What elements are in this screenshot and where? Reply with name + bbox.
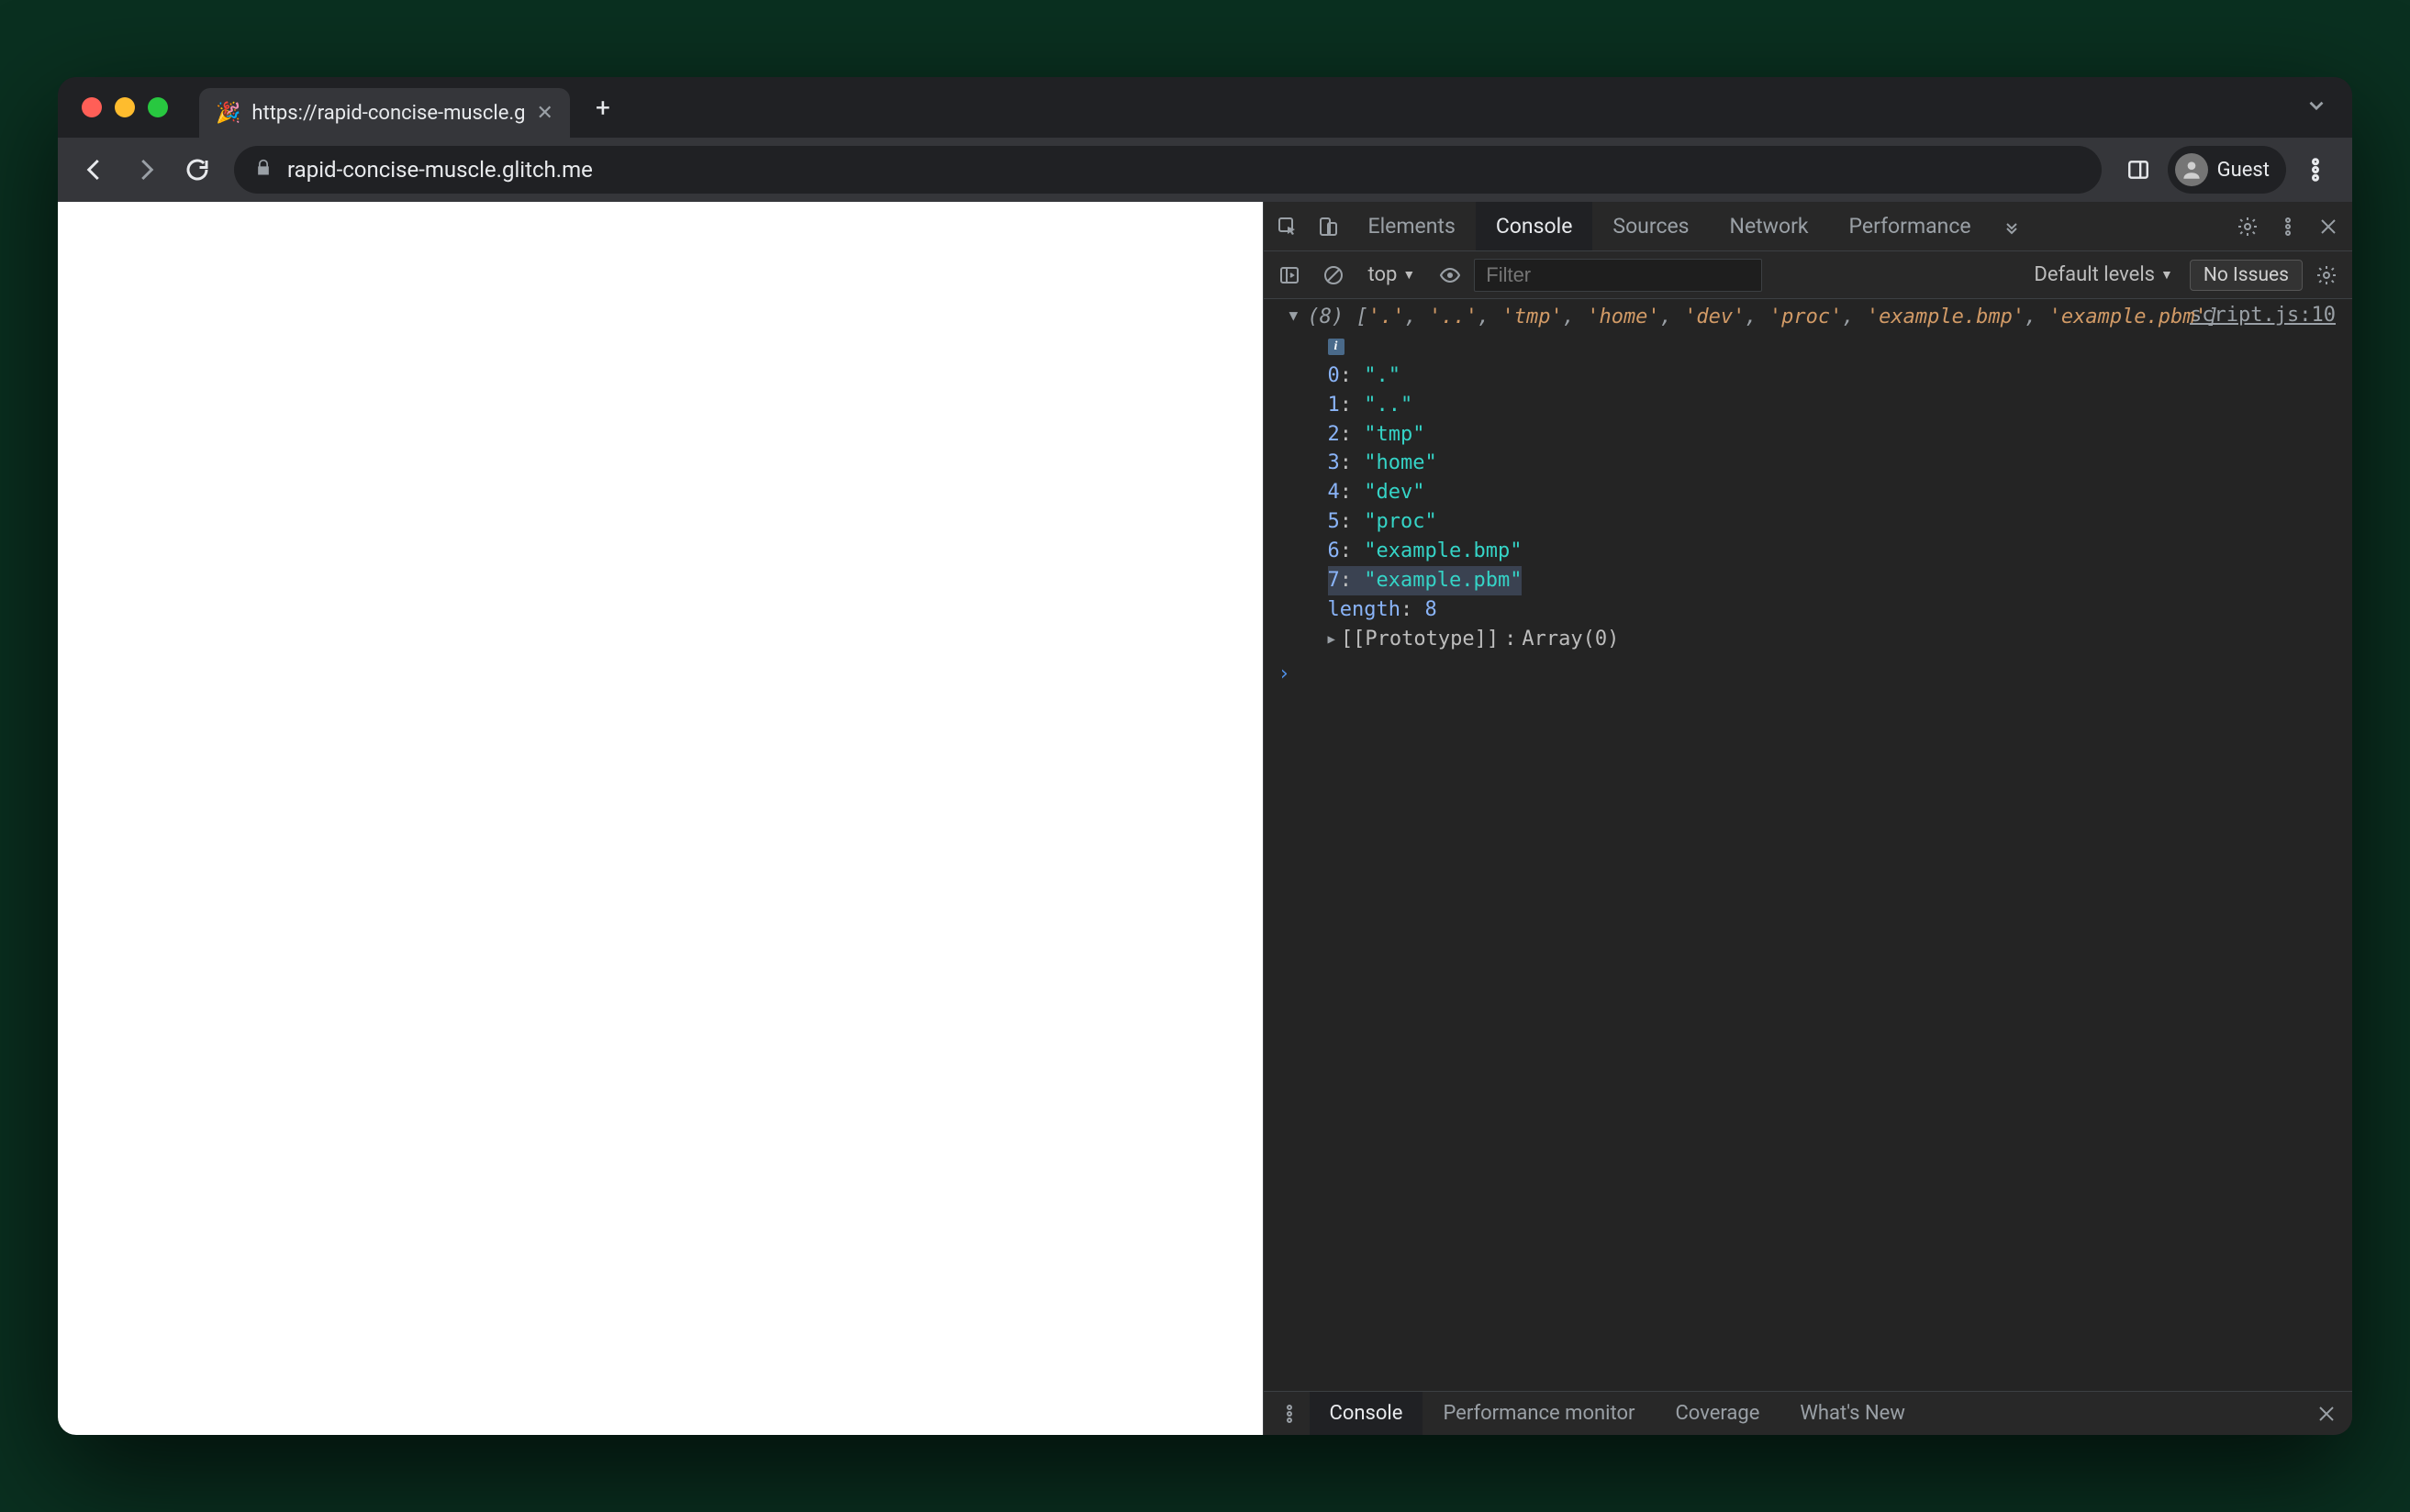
maximize-window-button[interactable] [148, 97, 168, 117]
drawer-kebab-icon[interactable] [1269, 1394, 1310, 1434]
issues-button[interactable]: No Issues [2190, 260, 2303, 291]
levels-label: Default levels [2034, 263, 2155, 286]
expand-arrow-icon[interactable] [1328, 630, 1335, 649]
url-text: rapid-concise-muscle.glitch.me [287, 157, 593, 183]
array-item-row[interactable]: 2: "tmp" [1328, 420, 2338, 450]
devtools-tab-bar: ElementsConsoleSourcesNetworkPerformance [1264, 202, 2353, 251]
log-levels-selector[interactable]: Default levels ▼ [2021, 263, 2185, 286]
expand-arrow-icon[interactable] [1289, 305, 1299, 326]
context-label: top [1368, 263, 1398, 286]
tabs-menu-button[interactable] [2304, 94, 2328, 121]
execution-context-selector[interactable]: top ▼ [1357, 263, 1427, 286]
console-toolbar: top ▼ Default levels ▼ No Issues [1264, 251, 2353, 299]
devtools-close-icon[interactable] [2308, 206, 2349, 247]
devtools-tab-elements[interactable]: Elements [1348, 202, 1476, 250]
length-value: 8 [1424, 598, 1436, 621]
device-toolbar-icon[interactable] [1308, 206, 1348, 247]
close-window-button[interactable] [82, 97, 102, 117]
array-preview[interactable]: (8) ['.', '..', 'tmp', 'home', 'dev', 'p… [1308, 306, 2220, 328]
console-settings-icon[interactable] [2306, 255, 2347, 295]
close-tab-icon[interactable]: ✕ [537, 102, 553, 125]
array-item-row[interactable]: 4: "dev" [1328, 478, 2338, 507]
array-item-row[interactable]: 3: "home" [1328, 449, 2338, 478]
tab-title: https://rapid-concise-muscle.g [251, 102, 525, 125]
chevron-down-icon: ▼ [2160, 267, 2173, 283]
console-filter-input[interactable] [1474, 259, 1762, 292]
side-panel-button[interactable] [2116, 148, 2160, 192]
array-item-row[interactable]: 7: "example.pbm" [1328, 566, 1523, 595]
clear-console-icon[interactable] [1313, 255, 1354, 295]
devtools-tab-performance[interactable]: Performance [1829, 202, 1992, 250]
devtools-panel: ElementsConsoleSourcesNetworkPerformance [1263, 202, 2353, 1435]
avatar-icon [2175, 153, 2208, 186]
profile-button[interactable]: Guest [2168, 146, 2286, 194]
devtools-settings-icon[interactable] [2227, 206, 2268, 247]
content-area: ElementsConsoleSourcesNetworkPerformance [58, 202, 2352, 1435]
devtools-tab-network[interactable]: Network [1710, 202, 1829, 250]
drawer-tab-coverage[interactable]: Coverage [1655, 1392, 1780, 1435]
profile-label: Guest [2217, 159, 2270, 182]
prototype-row[interactable]: [[Prototype]]: Array(0) [1308, 625, 2338, 654]
devtools-tab-sources[interactable]: Sources [1592, 202, 1709, 250]
inspect-element-icon[interactable] [1267, 206, 1308, 247]
array-item-row[interactable]: 0: "." [1328, 361, 2338, 391]
prototype-label: [[Prototype]] [1341, 625, 1499, 654]
console-log-entry[interactable]: (8) ['.', '..', 'tmp', 'home', 'dev', 'p… [1264, 303, 2353, 654]
more-tabs-icon[interactable] [1992, 206, 2032, 247]
address-bar[interactable]: rapid-concise-muscle.glitch.me [234, 146, 2102, 194]
array-item-row[interactable]: 1: ".." [1328, 391, 2338, 420]
reload-button[interactable] [175, 148, 219, 192]
new-tab-button[interactable]: + [585, 89, 621, 126]
console-sidebar-toggle-icon[interactable] [1269, 255, 1310, 295]
drawer-tab-console[interactable]: Console [1310, 1392, 1423, 1435]
console-output[interactable]: script.js:10 (8) ['.', '..', 'tmp', 'hom… [1264, 299, 2353, 1391]
kebab-menu-button[interactable] [2293, 148, 2337, 192]
array-item-row[interactable]: 5: "proc" [1328, 507, 2338, 537]
info-icon[interactable]: i [1328, 339, 1344, 355]
browser-tab[interactable]: 🎉 https://rapid-concise-muscle.g ✕ [199, 88, 570, 138]
tab-favicon: 🎉 [216, 102, 240, 125]
console-prompt[interactable]: › [1264, 660, 2353, 689]
back-button[interactable] [73, 148, 117, 192]
drawer-tab-performance-monitor[interactable]: Performance monitor [1423, 1392, 1655, 1435]
minimize-window-button[interactable] [115, 97, 135, 117]
browser-toolbar: rapid-concise-muscle.glitch.me Guest [58, 138, 2352, 202]
forward-button[interactable] [124, 148, 168, 192]
prototype-value: Array(0) [1522, 625, 1619, 654]
live-expression-icon[interactable] [1430, 255, 1470, 295]
chevron-down-icon: ▼ [1402, 267, 1415, 283]
tab-strip: 🎉 https://rapid-concise-muscle.g ✕ + [58, 77, 2352, 138]
drawer-close-icon[interactable] [2306, 1394, 2347, 1434]
page-viewport[interactable] [58, 202, 1263, 1435]
browser-window: 🎉 https://rapid-concise-muscle.g ✕ + rap… [58, 77, 2352, 1435]
window-controls [82, 97, 168, 117]
array-item-row[interactable]: 6: "example.bmp" [1328, 537, 2338, 566]
devtools-kebab-icon[interactable] [2268, 206, 2308, 247]
lock-icon[interactable] [254, 157, 273, 183]
devtools-drawer: ConsolePerformance monitorCoverageWhat's… [1264, 1391, 2353, 1435]
drawer-tab-what-s-new[interactable]: What's New [1780, 1392, 1925, 1435]
length-label: length [1328, 598, 1400, 621]
devtools-tab-console[interactable]: Console [1476, 202, 1593, 250]
